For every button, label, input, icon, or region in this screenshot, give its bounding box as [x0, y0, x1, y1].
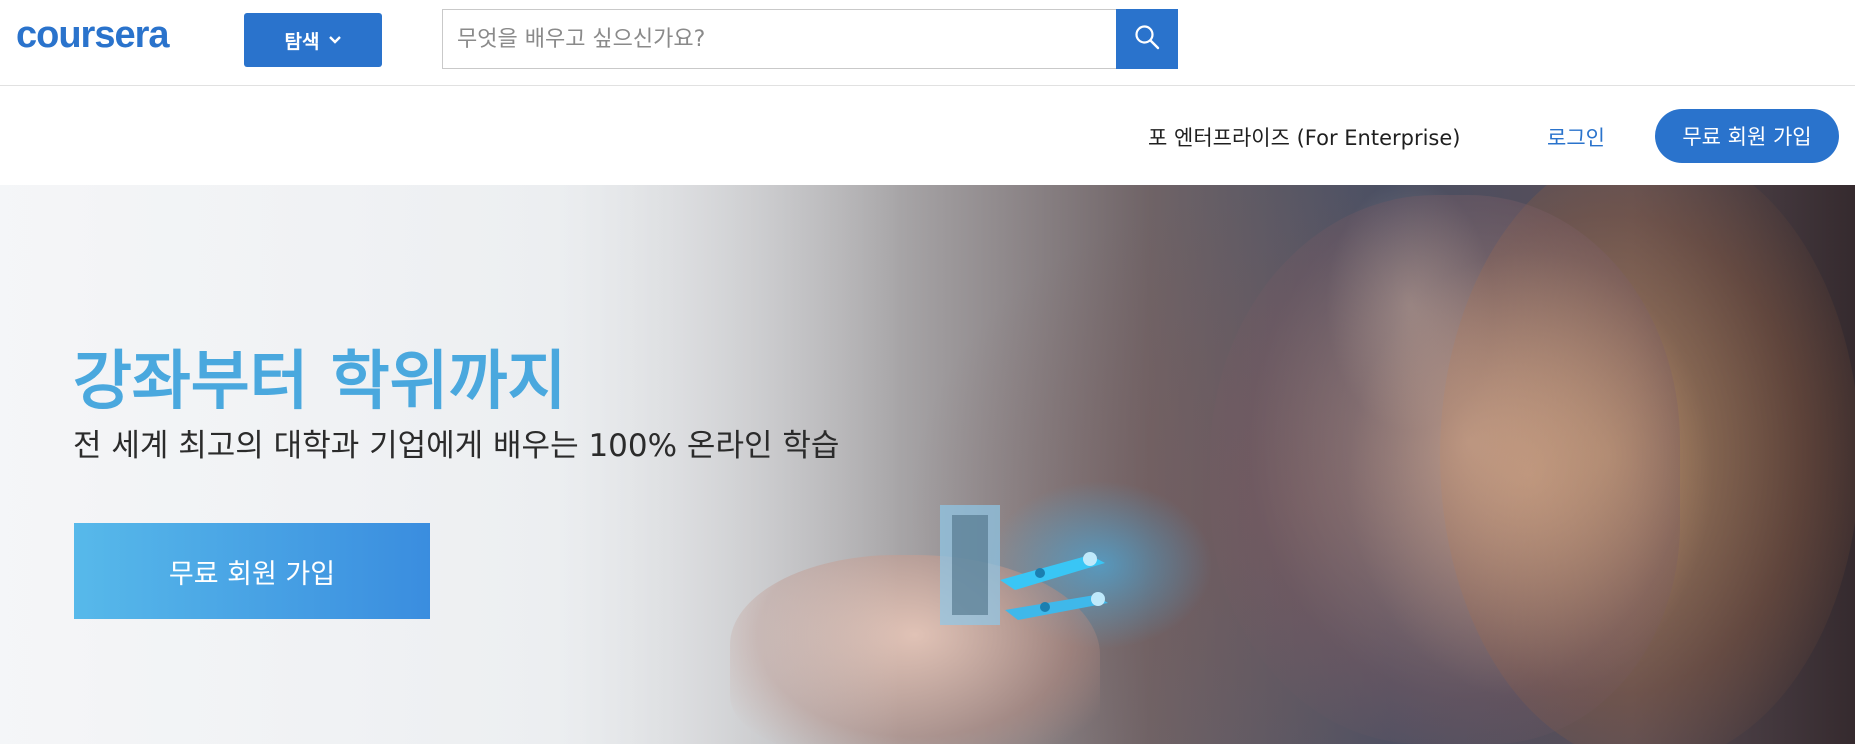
- hero-subtitle: 전 세계 최고의 대학과 기업에게 배우는 100% 온라인 학습: [73, 428, 840, 464]
- hero-banner: 강좌부터 학위까지 전 세계 최고의 대학과 기업에게 배우는 100% 온라인…: [0, 185, 1855, 744]
- explore-button[interactable]: 탐색: [244, 13, 382, 67]
- explore-label: 탐색: [284, 30, 320, 53]
- search-bar: [442, 9, 1178, 69]
- search-icon: [1134, 24, 1160, 54]
- top-navigation: coursera 탐색: [0, 0, 1855, 86]
- search-button[interactable]: [1116, 9, 1178, 69]
- login-link[interactable]: 로그인: [1547, 122, 1605, 152]
- search-input[interactable]: [442, 9, 1116, 69]
- chevron-down-icon: [329, 32, 342, 48]
- hero-title: 강좌부터 학위까지: [73, 345, 567, 419]
- join-free-button[interactable]: 무료 회원 가입: [1655, 109, 1839, 163]
- hero-join-free-button[interactable]: 무료 회원 가입: [74, 523, 430, 619]
- enterprise-link[interactable]: 포 엔터프라이즈 (For Enterprise): [1148, 122, 1461, 152]
- hero-image-person: [1210, 195, 1680, 744]
- hero-image-robot-claw: [940, 505, 1108, 625]
- coursera-logo[interactable]: coursera: [16, 14, 170, 57]
